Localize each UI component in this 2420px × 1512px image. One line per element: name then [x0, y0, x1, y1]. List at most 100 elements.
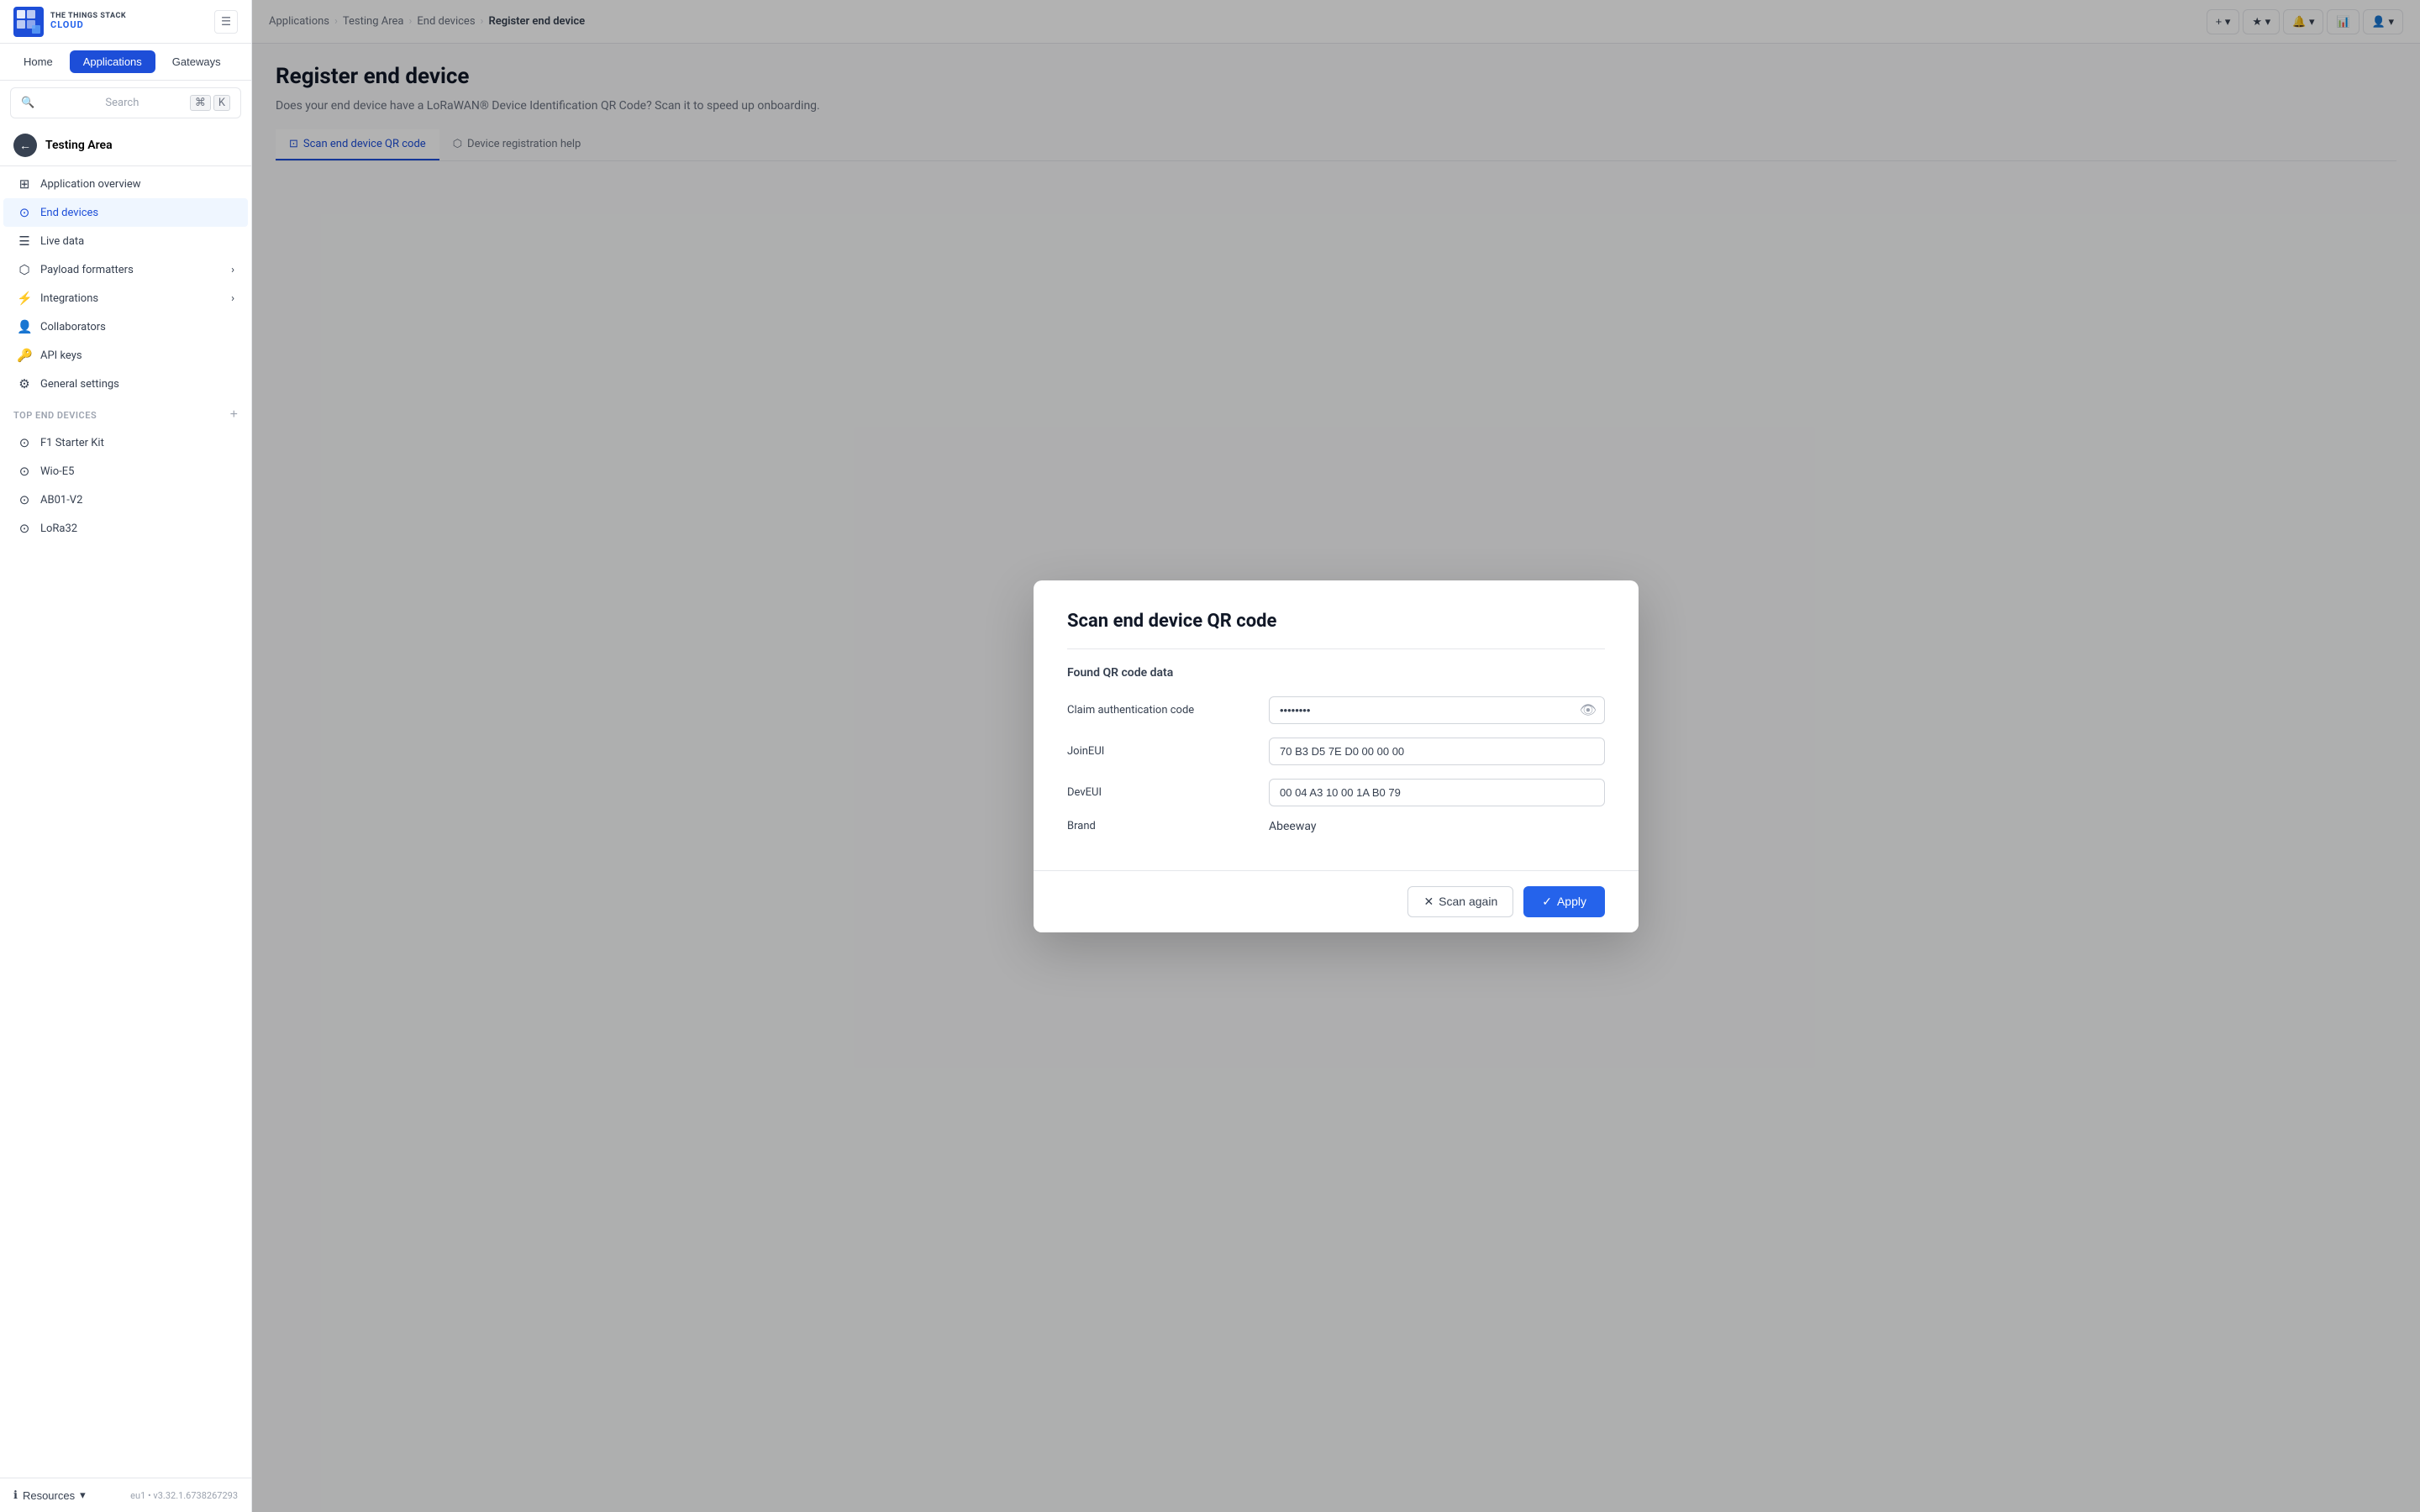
tab-applications[interactable]: Applications: [70, 50, 155, 73]
modal-footer: ✕ Scan again ✓ Apply: [1034, 870, 1639, 932]
claim-auth-label: Claim authentication code: [1067, 704, 1252, 717]
modal-body: Scan end device QR code Found QR code da…: [1034, 580, 1639, 870]
tab-home[interactable]: Home: [10, 50, 66, 73]
sidebar-item-label: Live data: [40, 235, 84, 248]
dev-eui-input[interactable]: [1269, 779, 1605, 806]
modal: Scan end device QR code Found QR code da…: [1034, 580, 1639, 932]
resources-button[interactable]: ℹ Resources ▾: [13, 1488, 86, 1502]
dev-eui-input-wrapper: [1269, 779, 1605, 806]
search-placeholder: Search: [105, 97, 182, 109]
join-eui-label: JoinEUI: [1067, 745, 1252, 758]
api-keys-icon: 🔑: [17, 348, 32, 363]
payload-formatters-expand-icon: ›: [231, 264, 234, 276]
sidebar-item-live-data[interactable]: ☰ Live data: [3, 227, 248, 255]
sidebar-footer: ℹ Resources ▾ eu1 • v3.32.1.6738267293: [0, 1478, 251, 1512]
integrations-icon: ⚡: [17, 291, 32, 306]
sidebar-item-label: Collaborators: [40, 321, 106, 333]
sidebar-item-label: Payload formatters: [40, 264, 134, 276]
modal-title: Scan end device QR code: [1067, 611, 1605, 632]
logo-bottom: CLOUD: [50, 20, 126, 30]
brand-row: Brand Abeeway: [1067, 820, 1605, 833]
search-icon: 🔍: [21, 97, 98, 109]
top-end-devices-list: ⊙ F1 Starter Kit ⊙ Wio-E5 ⊙ AB01-V2 ⊙ Lo…: [0, 425, 251, 546]
device-label: F1 Starter Kit: [40, 437, 104, 449]
sidebar: THE THINGS STACK CLOUD ☰ Home Applicatio…: [0, 0, 252, 1512]
sidebar-item-wio-e5[interactable]: ⊙ Wio-E5: [3, 457, 248, 486]
top-end-devices-section-header: Top end devices +: [0, 402, 251, 425]
apply-check-icon: ✓: [1542, 895, 1552, 909]
logo-text: THE THINGS STACK CLOUD: [50, 13, 126, 31]
menu-icon: ☰: [221, 15, 231, 29]
modal-overlay: Scan end device QR code Found QR code da…: [252, 44, 2420, 1512]
sidebar-item-label: End devices: [40, 207, 98, 219]
sidebar-item-general-settings[interactable]: ⚙ General settings: [3, 370, 248, 398]
back-label: Testing Area: [45, 139, 113, 152]
version-text: eu1 • v3.32.1.6738267293: [130, 1490, 238, 1501]
integrations-expand-icon: ›: [231, 292, 234, 305]
scan-again-label: Scan again: [1439, 895, 1497, 908]
sidebar-item-f1-starter-kit[interactable]: ⊙ F1 Starter Kit: [3, 428, 248, 457]
general-settings-icon: ⚙: [17, 376, 32, 391]
back-button[interactable]: ← Testing Area: [0, 125, 251, 166]
resources-chevron-icon: ▾: [80, 1488, 86, 1502]
claim-auth-input[interactable]: [1269, 696, 1605, 724]
sidebar-item-label: API keys: [40, 349, 82, 362]
sidebar-item-application-overview[interactable]: ⊞ Application overview: [3, 170, 248, 198]
sidebar-item-payload-formatters[interactable]: ⬡ Payload formatters ›: [3, 255, 248, 284]
sidebar-item-integrations[interactable]: ⚡ Integrations ›: [3, 284, 248, 312]
dev-eui-label: DevEUI: [1067, 786, 1252, 799]
content-area: Register end device Does your end device…: [252, 44, 2420, 1512]
sidebar-item-lora32[interactable]: ⊙ LoRa32: [3, 514, 248, 543]
sidebar-toggle-button[interactable]: ☰: [214, 10, 238, 34]
logo: THE THINGS STACK CLOUD: [13, 7, 126, 37]
tab-gateways[interactable]: Gateways: [159, 50, 234, 73]
application-overview-icon: ⊞: [17, 176, 32, 192]
sidebar-item-label: Application overview: [40, 178, 141, 191]
search-kbd2: K: [213, 95, 230, 111]
sidebar-nav: ⊞ Application overview ⊙ End devices ☰ L…: [0, 166, 251, 402]
device-label: Wio-E5: [40, 465, 74, 478]
wio-e5-icon: ⊙: [17, 464, 32, 479]
add-end-device-button[interactable]: +: [230, 408, 238, 422]
back-icon: ←: [13, 134, 37, 157]
sidebar-item-label: Integrations: [40, 292, 98, 305]
claim-auth-row: Claim authentication code 👁: [1067, 696, 1605, 724]
brand-label: Brand: [1067, 820, 1252, 832]
sidebar-item-ab01-v2[interactable]: ⊙ AB01-V2: [3, 486, 248, 514]
eye-icon[interactable]: 👁: [1580, 702, 1597, 718]
device-label: AB01-V2: [40, 494, 82, 507]
end-devices-icon: ⊙: [17, 205, 32, 220]
sidebar-item-end-devices[interactable]: ⊙ End devices: [3, 198, 248, 227]
qr-found-label: Found QR code data: [1067, 666, 1605, 680]
sidebar-item-collaborators[interactable]: 👤 Collaborators: [3, 312, 248, 341]
f1-starter-kit-icon: ⊙: [17, 435, 32, 450]
apply-button[interactable]: ✓ Apply: [1523, 886, 1605, 917]
join-eui-input-wrapper: [1269, 738, 1605, 765]
live-data-icon: ☰: [17, 234, 32, 249]
main-content: Applications › Testing Area › End device…: [252, 0, 2420, 1512]
sidebar-item-label: General settings: [40, 378, 119, 391]
ab01-v2-icon: ⊙: [17, 492, 32, 507]
search-bar[interactable]: 🔍 Search ⌘ K: [10, 87, 241, 118]
nav-tabs: Home Applications Gateways: [0, 44, 251, 81]
modal-divider: [1067, 648, 1605, 649]
lora32-icon: ⊙: [17, 521, 32, 536]
join-eui-input[interactable]: [1269, 738, 1605, 765]
scan-again-button[interactable]: ✕ Scan again: [1407, 886, 1513, 917]
join-eui-row: JoinEUI: [1067, 738, 1605, 765]
top-end-devices-label: Top end devices: [13, 410, 97, 421]
brand-value: Abeeway: [1269, 820, 1317, 833]
resources-label: Resources: [23, 1489, 75, 1502]
apply-label: Apply: [1557, 895, 1586, 908]
scan-again-x-icon: ✕: [1423, 895, 1434, 909]
search-kbd1: ⌘: [190, 95, 211, 111]
sidebar-header: THE THINGS STACK CLOUD ☰: [0, 0, 251, 44]
device-label: LoRa32: [40, 522, 77, 535]
sidebar-item-api-keys[interactable]: 🔑 API keys: [3, 341, 248, 370]
collaborators-icon: 👤: [17, 319, 32, 334]
claim-auth-input-wrapper: 👁: [1269, 696, 1605, 724]
logo-icon: [13, 7, 44, 37]
dev-eui-row: DevEUI: [1067, 779, 1605, 806]
info-icon: ℹ: [13, 1488, 18, 1502]
payload-formatters-icon: ⬡: [17, 262, 32, 277]
